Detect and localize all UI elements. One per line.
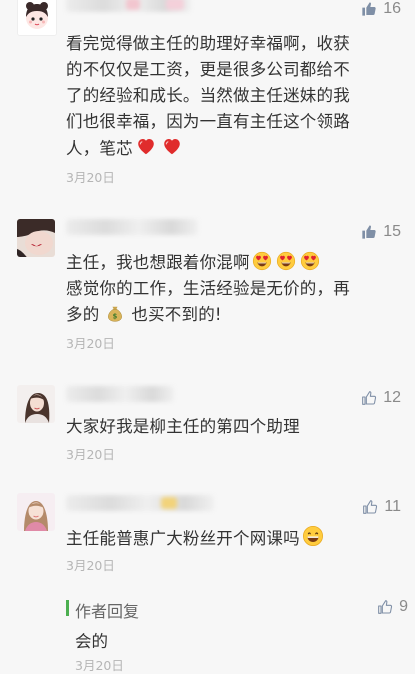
photo-avatar-icon <box>17 493 55 531</box>
red-heart-emoji-icon <box>135 135 157 157</box>
author-reply: 作者回复 9 会的 3月20日 <box>66 598 411 673</box>
avatar[interactable] <box>17 385 55 423</box>
money-bag-emoji-icon <box>105 303 125 323</box>
like-button[interactable]: 15 <box>361 223 401 241</box>
comment-line: 看完觉得做主任的助理好幸福啊，收获 <box>66 34 350 53</box>
thumbs-up-outline-icon <box>377 599 393 615</box>
username-blurred[interactable] <box>66 386 174 402</box>
comment-date: 3月20日 <box>66 170 115 185</box>
photo-avatar-icon <box>17 385 55 423</box>
comment-line: 的不仅仅是工资，更是很多公司都给不 <box>66 60 350 79</box>
thumbs-up-outline-icon <box>361 390 377 406</box>
comment-text: 主任能普惠广大粉丝开个网课吗 <box>66 525 402 552</box>
comment-line: 主任，我也想跟着你混啊 <box>66 253 250 272</box>
avatar[interactable] <box>17 0 57 36</box>
reply-title: 作者回复 <box>75 602 140 621</box>
heart-eyes-emoji-icon <box>300 251 320 271</box>
like-button[interactable]: 16 <box>361 0 401 18</box>
like-button[interactable]: 9 <box>377 598 408 616</box>
comment-text: 看完觉得做主任的助理好幸福啊，收获 的不仅仅是工资，更是很多公司都给不 了的经验… <box>66 31 402 162</box>
red-heart-emoji-icon <box>161 135 183 157</box>
comment-line: 也买不到的! <box>131 305 222 324</box>
like-count: 11 <box>384 498 401 515</box>
thumbs-up-icon <box>361 1 377 17</box>
comment-line: 们也很幸福，因为一直有主任这个领路 <box>66 112 350 131</box>
comment-date: 3月20日 <box>66 447 115 462</box>
like-count: 9 <box>399 598 408 615</box>
comment-text: 主任，我也想跟着你混啊 感觉你的工作，生活经验是无价的，再 多的 也买不到的! <box>66 250 402 328</box>
username-blurred[interactable] <box>66 219 198 235</box>
comment-text: 大家好我是柳主任的第四个助理 <box>66 417 300 436</box>
reply-text: 会的 <box>75 632 108 651</box>
reply-date: 3月20日 <box>75 658 124 673</box>
like-count: 12 <box>383 389 401 406</box>
like-count: 15 <box>383 223 401 240</box>
username-blurred[interactable] <box>66 0 191 12</box>
like-button[interactable]: 12 <box>361 389 401 407</box>
photo-avatar-icon <box>17 219 55 257</box>
thumbs-up-outline-icon <box>362 499 378 515</box>
like-count: 16 <box>383 0 401 17</box>
like-button[interactable]: 11 <box>362 498 401 516</box>
reply-indicator-bar <box>66 600 69 616</box>
comment-date: 3月20日 <box>66 336 115 351</box>
comment-line: 了的经验和成长。当然做主任迷妹的我 <box>66 86 350 105</box>
grinning-emoji-icon <box>302 525 324 547</box>
heart-eyes-emoji-icon <box>276 251 296 271</box>
thumbs-up-icon <box>361 224 377 240</box>
comment-line: 人，笔芯 <box>66 139 133 158</box>
avatar[interactable] <box>17 493 55 531</box>
comment-line: 多的 <box>66 305 100 324</box>
username-blurred[interactable] <box>66 495 214 511</box>
comment-line: 感觉你的工作，生活经验是无价的，再 <box>66 279 350 298</box>
comment-date: 3月20日 <box>66 558 115 573</box>
heart-eyes-emoji-icon <box>252 251 272 271</box>
avatar[interactable] <box>17 219 55 257</box>
cartoon-girl-avatar-icon <box>18 0 56 35</box>
comment-line: 主任能普惠广大粉丝开个网课吗 <box>66 529 300 548</box>
